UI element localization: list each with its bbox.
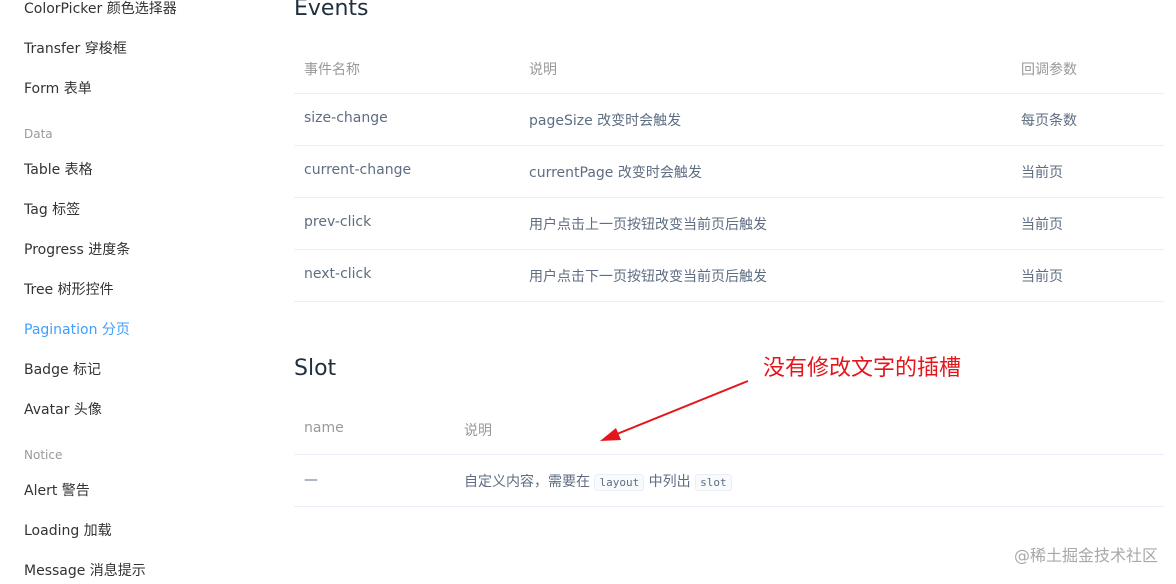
- table-divider: [294, 249, 1164, 250]
- sidebar-group-data: Data: [24, 127, 53, 141]
- event-desc: 用户点击下一页按钮改变当前页后触发: [529, 269, 767, 285]
- sidebar-item-badge[interactable]: Badge 标记: [24, 359, 101, 379]
- watermark: @稀土掘金技术社区: [1013, 546, 1158, 565]
- event-name: current-change: [304, 162, 412, 178]
- code-slot: slot: [695, 474, 732, 491]
- slot-header-name: name: [304, 420, 344, 436]
- table-divider: [294, 93, 1164, 94]
- sidebar-group-notice: Notice: [24, 448, 63, 462]
- slot-header-desc: 说明: [464, 423, 492, 439]
- event-callback: 每页条数: [1021, 113, 1077, 129]
- events-title: Events: [294, 0, 369, 21]
- events-header-name: 事件名称: [304, 62, 360, 78]
- event-desc: currentPage 改变时会触发: [529, 165, 702, 181]
- table-divider: [294, 506, 1164, 507]
- slot-desc: 自定义内容，需要在 layout 中列出 slot: [464, 471, 732, 491]
- slot-title: Slot: [294, 356, 337, 381]
- sidebar-item-transfer[interactable]: Transfer 穿梭框: [24, 38, 127, 58]
- event-callback: 当前页: [1021, 269, 1063, 285]
- event-name: prev-click: [304, 214, 372, 230]
- sidebar-item-colorpicker[interactable]: ColorPicker 颜色选择器: [24, 0, 177, 18]
- sidebar-item-table[interactable]: Table 表格: [24, 159, 93, 179]
- slot-desc-text: 自定义内容，需要在: [464, 474, 590, 490]
- sidebar-item-alert[interactable]: Alert 警告: [24, 480, 90, 500]
- event-callback: 当前页: [1021, 165, 1063, 181]
- event-name: next-click: [304, 266, 372, 282]
- events-header-callback: 回调参数: [1021, 62, 1077, 78]
- sidebar-item-message[interactable]: Message 消息提示: [24, 560, 146, 580]
- sidebar-item-pagination[interactable]: Pagination 分页: [24, 319, 130, 339]
- sidebar-item-progress[interactable]: Progress 进度条: [24, 239, 130, 259]
- event-callback: 当前页: [1021, 217, 1063, 233]
- table-divider: [294, 197, 1164, 198]
- sidebar-item-tag[interactable]: Tag 标签: [24, 199, 80, 219]
- sidebar-item-avatar[interactable]: Avatar 头像: [24, 399, 102, 419]
- table-divider: [294, 145, 1164, 146]
- annotation-text: 没有修改文字的插槽: [763, 356, 962, 381]
- event-name: size-change: [304, 110, 388, 126]
- code-layout: layout: [594, 474, 645, 491]
- sidebar-item-form[interactable]: Form 表单: [24, 78, 92, 98]
- sidebar-item-tree[interactable]: Tree 树形控件: [24, 279, 114, 299]
- slot-desc-text: 中列出: [648, 474, 691, 490]
- slot-name: —: [304, 472, 318, 488]
- sidebar-nav: ColorPicker 颜色选择器 Transfer 穿梭框 Form 表单 D…: [0, 0, 260, 584]
- sidebar-item-loading[interactable]: Loading 加载: [24, 520, 112, 540]
- events-header-desc: 说明: [529, 62, 557, 78]
- event-desc: pageSize 改变时会触发: [529, 113, 682, 129]
- event-desc: 用户点击上一页按钮改变当前页后触发: [529, 217, 767, 233]
- main-content: Events 事件名称 说明 回调参数 size-change pageSize…: [294, 0, 1164, 584]
- table-divider: [294, 454, 1164, 455]
- table-divider: [294, 301, 1164, 302]
